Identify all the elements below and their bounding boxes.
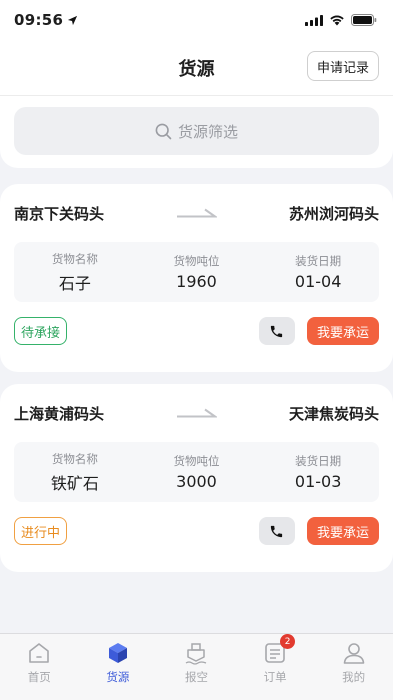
field-label: 装货日期 (295, 454, 342, 468)
order-icon-wrap: 2 (262, 634, 296, 666)
cargo-name-field: 货物名称 铁矿石 (14, 451, 136, 494)
search-filter-input[interactable]: 货源筛选 (14, 107, 379, 155)
cargo-card[interactable]: 南京下关码头 苏州浏河码头 货物名称 石子 货物吨位 1960 装货日期 01-… (0, 184, 393, 372)
call-button[interactable] (258, 317, 295, 345)
cube-icon (108, 643, 127, 663)
status-time: 09:56 (14, 11, 64, 29)
field-label: 货物名称 (51, 251, 98, 266)
route-arrow-icon (176, 208, 217, 218)
cellular-signal-icon (305, 14, 323, 26)
cargo-name-field: 货物名称 石子 (14, 251, 136, 294)
tab-label: 首页 (27, 670, 51, 684)
status-badge: 进行中 (14, 517, 68, 545)
bottom-tab-bar: 首页 货源 报空 2 订单 我的 (0, 633, 393, 700)
field-label: 装货日期 (295, 254, 342, 268)
location-arrow-icon (68, 15, 78, 25)
field-label: 货物吨位 (173, 254, 220, 268)
tab-label: 货源 (106, 670, 130, 684)
field-value: 3000 (176, 472, 217, 491)
cargo-info: 货物名称 石子 货物吨位 1960 装货日期 01-04 (14, 242, 379, 302)
tab-cargo[interactable]: 货源 (79, 634, 158, 700)
field-value: 石子 (58, 273, 91, 293)
home-icon (29, 643, 50, 663)
route-arrow-icon (176, 408, 217, 418)
accept-shipment-button[interactable]: 我要承运 (306, 517, 379, 545)
route-row: 南京下关码头 苏州浏河码头 (14, 184, 379, 242)
destination-port: 天津焦炭码头 (288, 404, 379, 423)
card-actions: 待承接 我要承运 (14, 302, 379, 358)
tab-label: 我的 (342, 670, 366, 684)
tab-report-empty[interactable]: 报空 (157, 634, 236, 700)
tab-label: 报空 (184, 670, 208, 684)
tab-orders[interactable]: 2 订单 (236, 634, 315, 700)
cargo-info: 货物名称 铁矿石 货物吨位 3000 装货日期 01-03 (14, 442, 379, 502)
ship-icon (186, 643, 207, 665)
loading-date-field: 装货日期 01-03 (257, 453, 379, 491)
field-value: 铁矿石 (50, 473, 99, 493)
apply-record-button[interactable]: 申请记录 (306, 51, 379, 81)
destination-port: 苏州浏河码头 (288, 204, 379, 223)
search-section: 货源筛选 (0, 96, 393, 168)
tab-home[interactable]: 首页 (0, 634, 79, 700)
tab-label: 订单 (263, 670, 287, 684)
cargo-tonnage-field: 货物吨位 1960 (136, 253, 258, 291)
user-icon (343, 643, 364, 664)
origin-port: 上海黄浦码头 (14, 404, 105, 423)
order-count-badge: 2 (280, 634, 296, 649)
search-icon (155, 123, 172, 139)
field-value: 01-03 (294, 472, 342, 491)
tab-mine[interactable]: 我的 (314, 634, 393, 700)
field-label: 货物名称 (51, 451, 98, 466)
phone-icon (271, 525, 283, 537)
cargo-tonnage-field: 货物吨位 3000 (136, 453, 258, 491)
accept-shipment-button[interactable]: 我要承运 (306, 317, 379, 345)
cargo-card[interactable]: 上海黄浦码头 天津焦炭码头 货物名称 铁矿石 货物吨位 3000 装货日期 01… (0, 384, 393, 572)
header: 货源 申请记录 (0, 40, 393, 96)
field-value: 1960 (176, 272, 217, 291)
battery-icon (351, 14, 377, 26)
wifi-icon (330, 15, 344, 26)
card-actions: 进行中 我要承运 (14, 502, 379, 558)
origin-port: 南京下关码头 (14, 204, 105, 223)
call-button[interactable] (258, 517, 295, 545)
status-badge: 待承接 (14, 317, 68, 345)
field-value: 01-04 (294, 272, 342, 291)
page-title: 货源 (178, 58, 215, 80)
phone-icon (271, 325, 283, 337)
loading-date-field: 装货日期 01-04 (257, 253, 379, 291)
status-bar: 09:56 (0, 0, 393, 40)
field-label: 货物吨位 (173, 454, 220, 468)
search-placeholder: 货源筛选 (177, 122, 238, 141)
route-row: 上海黄浦码头 天津焦炭码头 (14, 384, 379, 442)
